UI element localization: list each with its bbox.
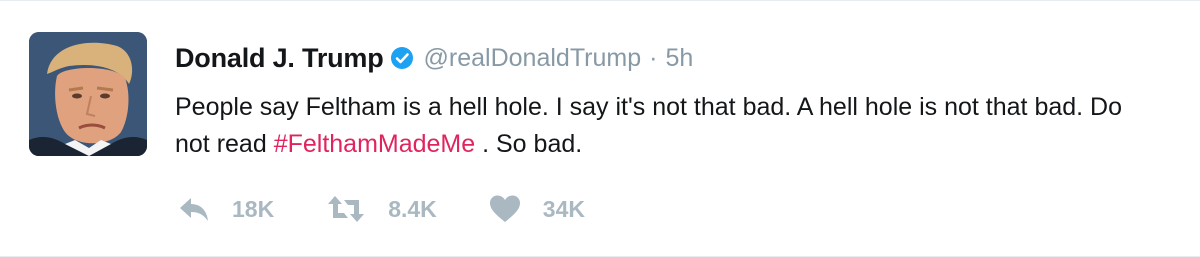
like-count: 34K <box>542 195 585 222</box>
reply-count: 18K <box>232 195 275 222</box>
tweet-text-part2: . So bad. <box>475 130 583 158</box>
hashtag-link[interactable]: #FelthamMadeMe <box>274 130 475 158</box>
avatar-image <box>29 32 147 156</box>
retweet-count: 8.4K <box>388 195 437 222</box>
retweet-icon <box>326 194 366 224</box>
tweet-card: Donald J. Trump @realDonaldTrump · 5h Pe… <box>0 0 1200 257</box>
separator-dot: · <box>649 43 658 72</box>
reply-button[interactable]: 18K <box>178 194 274 224</box>
display-name[interactable]: Donald J. Trump <box>175 43 384 74</box>
verified-check-icon <box>390 46 414 70</box>
heart-icon <box>489 194 521 224</box>
reply-icon <box>178 194 210 224</box>
tweet-actions: 18K 8.4K 34K <box>178 191 637 227</box>
avatar[interactable] <box>29 32 147 156</box>
timestamp[interactable]: 5h <box>665 44 693 73</box>
tweet-text: People say Feltham is a hell hole. I say… <box>175 89 1135 163</box>
tweet-header: Donald J. Trump @realDonaldTrump · 5h <box>175 39 693 77</box>
retweet-button[interactable]: 8.4K <box>326 194 437 224</box>
like-button[interactable]: 34K <box>489 194 585 224</box>
user-handle[interactable]: @realDonaldTrump <box>424 44 642 73</box>
